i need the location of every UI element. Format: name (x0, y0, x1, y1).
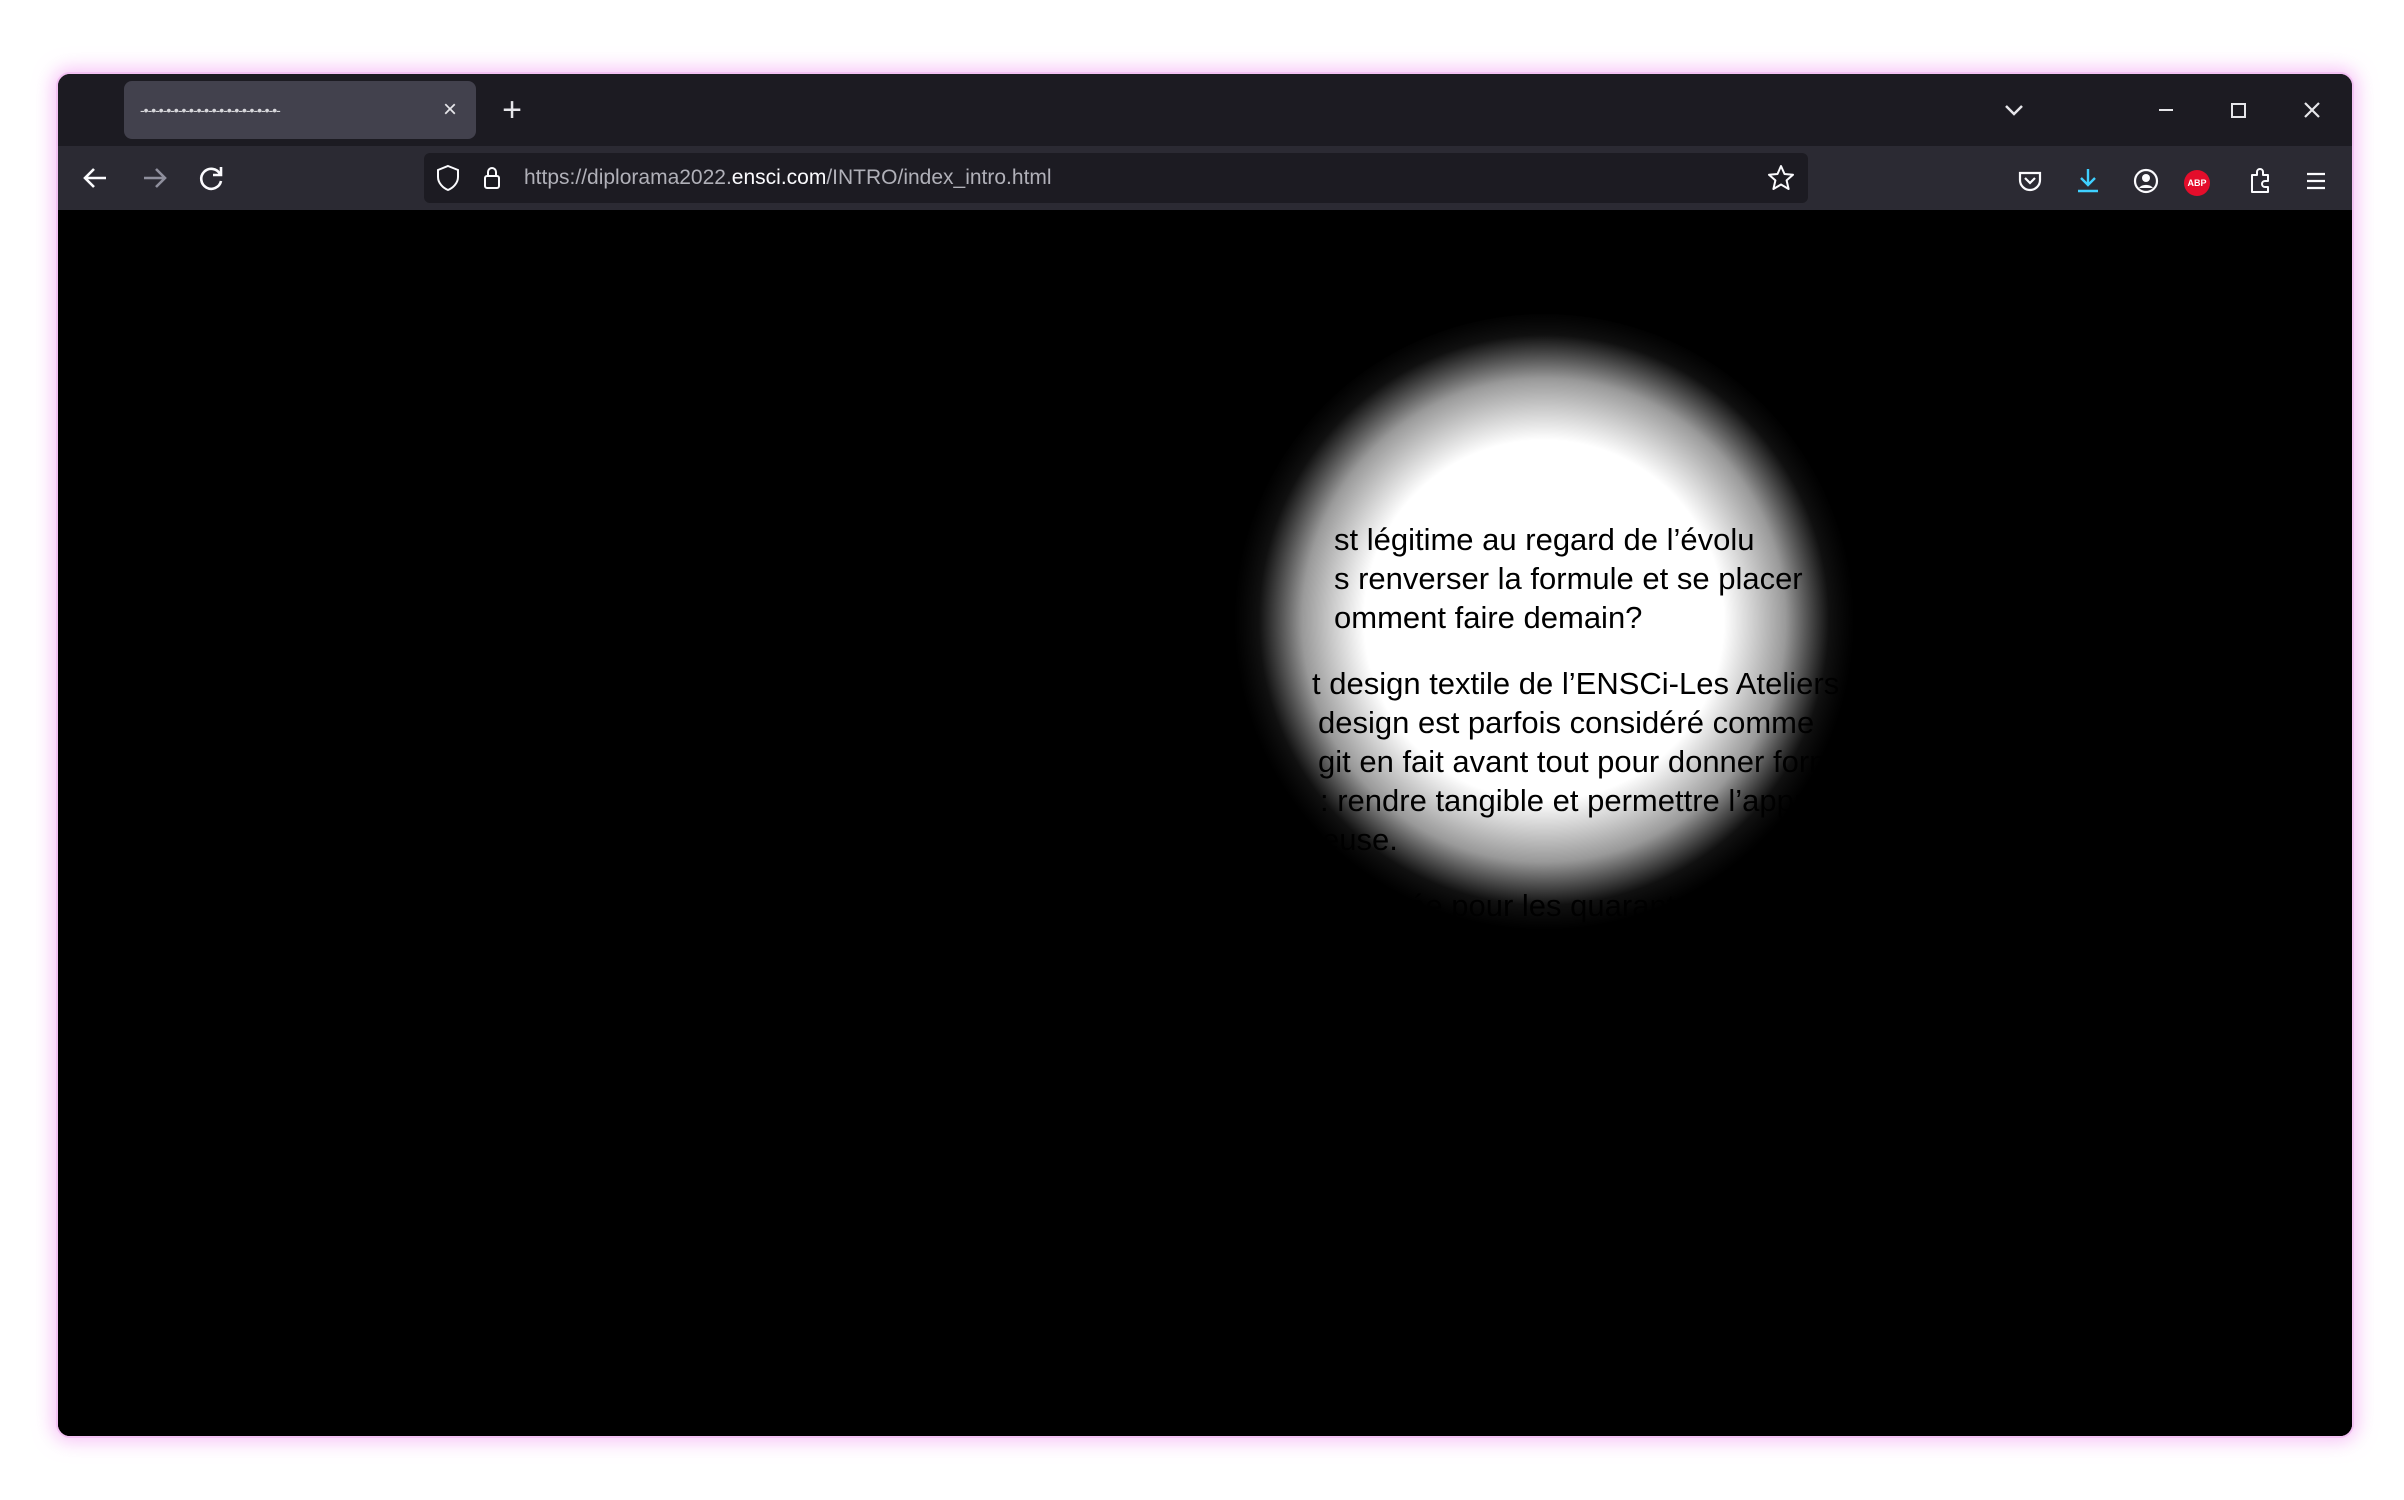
new-tab-button[interactable]: + (488, 86, 536, 134)
download-icon[interactable] (2068, 161, 2108, 201)
url-bar[interactable]: https://diplorama2022.ensci.com/INTRO/in… (424, 153, 1808, 203)
adblock-plus-icon[interactable]: ABP (2184, 170, 2210, 196)
paragraph-line: omment faire demain? (1334, 600, 1643, 635)
maximize-icon[interactable] (2214, 86, 2262, 134)
intro-text-block: st légitime au regard de l’évolu s renve… (1058, 520, 2158, 1030)
url-path: /INTRO/index_intro.html (826, 166, 1052, 189)
active-tab[interactable]: -•-•-•-•-•-•-•-•-•-•-•-•-•-•-•-•-•-•- × (124, 81, 476, 139)
forward-icon[interactable] (130, 154, 178, 202)
paragraph-1: st légitime au regard de l’évolu s renve… (1058, 520, 2158, 637)
close-window-icon[interactable] (2288, 86, 2336, 134)
account-icon[interactable] (2126, 161, 2166, 201)
paragraph-line: st légitime au regard de l’évolu (1334, 522, 1755, 557)
paragraph-line: s renverser la formule et se placer (1334, 561, 1803, 596)
paragraph-line: rent dans le réel tout en cher (1314, 966, 1709, 1001)
paragraph-line: design est parfois considéré comme (1318, 705, 1815, 740)
minimize-icon[interactable] (2142, 86, 2190, 134)
paragraph-line: arole à la génération diplômée en (1314, 927, 1775, 962)
back-icon[interactable] (72, 154, 120, 202)
tab-title: -•-•-•-•-•-•-•-•-•-•-•-•-•-•-•-•-•-•- (140, 102, 281, 118)
menu-icon[interactable] (2296, 161, 2336, 201)
paragraph-2: t design textile de l’ENSCi-Les Ateliers… (1058, 664, 2158, 859)
extensions-icon[interactable] (2240, 161, 2280, 201)
page-scrollbar[interactable] (2344, 224, 2348, 1422)
paragraph-line: git en fait avant tout pour donner forme… (1318, 744, 1904, 779)
reload-icon[interactable] (188, 154, 236, 202)
tab-close-icon[interactable]: × (434, 94, 466, 126)
url-host: ensci.com (731, 166, 827, 189)
browser-window: -•-•-•-•-•-•-•-•-•-•-•-•-•-•-•-•-•-•- × … (56, 72, 2354, 1438)
url-prefix: https://diplorama2022. (524, 166, 732, 189)
paragraph-line: t design textile de l’ENSCi-Les Ateliers (1312, 666, 1840, 701)
list-all-tabs-icon[interactable] (1990, 86, 2038, 134)
page-content: st légitime au regard de l’évolu s renve… (58, 210, 2352, 1436)
bookmark-star-icon[interactable] (1764, 161, 1798, 195)
url-text[interactable]: https://diplorama2022.ensci.com/INTRO/in… (524, 165, 1052, 191)
lock-icon[interactable] (476, 162, 508, 194)
paragraph-line: euse. (1322, 822, 1398, 857)
pocket-icon[interactable] (2010, 161, 2050, 201)
tracking-protection-shield-icon[interactable] (432, 162, 464, 194)
paragraph-line: résentée pour les quarante ans de l’é (1322, 888, 1834, 923)
paragraph-line: : rendre tangible et permettre l’appropr… (1320, 783, 1889, 818)
paragraph-3: résentée pour les quarante ans de l’é ar… (1058, 886, 2158, 1003)
tab-bar: -•-•-•-•-•-•-•-•-•-•-•-•-•-•-•-•-•-•- × … (58, 74, 2352, 146)
